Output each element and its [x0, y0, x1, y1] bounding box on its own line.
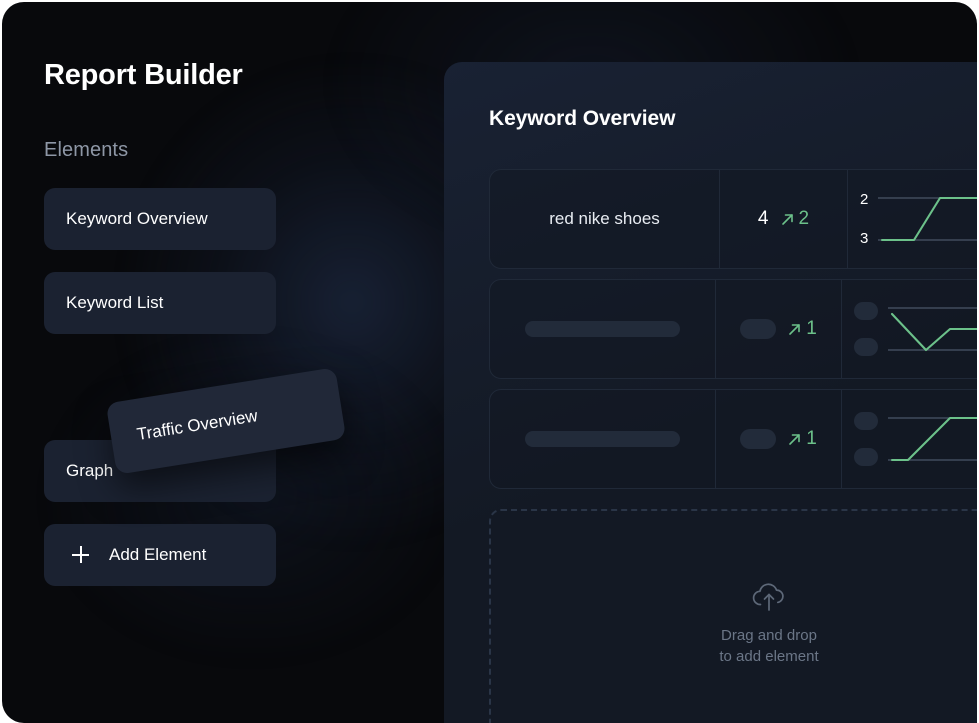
cell-keyword: red nike shoes: [490, 170, 720, 268]
cell-keyword: [490, 390, 717, 488]
add-element-button[interactable]: Add Element: [44, 523, 276, 586]
keyword-table: red nike shoes 4 2 2 3 1 1: [489, 169, 977, 489]
arrow-up-right-icon: [789, 323, 801, 335]
cell-trend: 2 3: [848, 170, 977, 268]
cell-position-change: 1: [716, 280, 842, 378]
table-row[interactable]: 1: [489, 279, 977, 379]
dragged-element-label: Traffic Overview: [135, 406, 259, 444]
delta-value: 1: [806, 318, 817, 339]
trend-label-skeleton: [854, 448, 878, 466]
drop-zone[interactable]: Drag and drop to add element: [489, 509, 977, 723]
elements-section-heading: Elements: [44, 138, 129, 161]
trend-axis-label-skeletons: [854, 302, 878, 356]
sidebar: Report Builder Elements Keyword Overview…: [2, 2, 444, 723]
sparkline-chart: [888, 416, 977, 462]
element-card-label: Graph: [66, 460, 114, 480]
position-skeleton: [740, 429, 777, 449]
position-value: 4: [757, 208, 769, 229]
delta-value: 2: [798, 208, 810, 229]
drop-zone-line2: to add element: [719, 648, 819, 665]
table-row[interactable]: red nike shoes 4 2 2 3: [489, 169, 977, 269]
cell-trend: [842, 280, 977, 378]
plus-icon: [72, 546, 89, 564]
add-element-label: Add Element: [109, 544, 207, 564]
element-card-label: Keyword List: [66, 292, 164, 312]
page-title: Report Builder: [44, 59, 243, 91]
cell-position-change: 4 2: [720, 170, 848, 268]
app-window: Report Builder Elements Keyword Overview…: [2, 2, 977, 723]
preview-panel-title: Keyword Overview: [489, 107, 676, 130]
trend-axis-labels: 2 3: [860, 192, 868, 246]
sparkline-chart: [878, 196, 977, 242]
drop-zone-line1: Drag and drop: [721, 627, 817, 645]
position-delta: 1: [787, 318, 817, 340]
arrow-up-right-icon: [789, 433, 801, 445]
trend-label-skeleton: [854, 338, 878, 356]
position-delta: 1: [787, 428, 817, 450]
sparkline-chart: [888, 307, 977, 352]
cell-trend: [842, 390, 977, 488]
table-row[interactable]: 1: [489, 389, 977, 489]
keyword-text: red nike shoes: [549, 209, 660, 228]
trend-label-top: 2: [860, 191, 869, 208]
element-card-label: Keyword Overview: [66, 208, 208, 228]
position-delta: 2: [780, 208, 810, 230]
preview-panel: Keyword Overview red nike shoes 4 2 2 3 …: [444, 62, 977, 723]
delta-value: 1: [806, 428, 817, 449]
trend-axis-label-skeletons: [854, 412, 878, 466]
cell-keyword: [490, 280, 717, 378]
element-card-keyword-overview[interactable]: Keyword Overview: [44, 187, 276, 250]
drop-zone-text: Drag and drop to add element: [719, 626, 818, 667]
keyword-skeleton: [525, 431, 681, 447]
cell-position-change: 1: [716, 390, 842, 488]
trend-label-skeleton: [854, 302, 878, 320]
keyword-skeleton: [525, 321, 681, 337]
trend-label-skeleton: [854, 412, 878, 430]
cloud-upload-icon: [752, 583, 784, 612]
position-skeleton: [740, 319, 777, 339]
element-card-keyword-list[interactable]: Keyword List: [44, 271, 276, 334]
arrow-up-right-icon: [781, 213, 793, 225]
trend-label-bottom: 3: [860, 230, 869, 247]
